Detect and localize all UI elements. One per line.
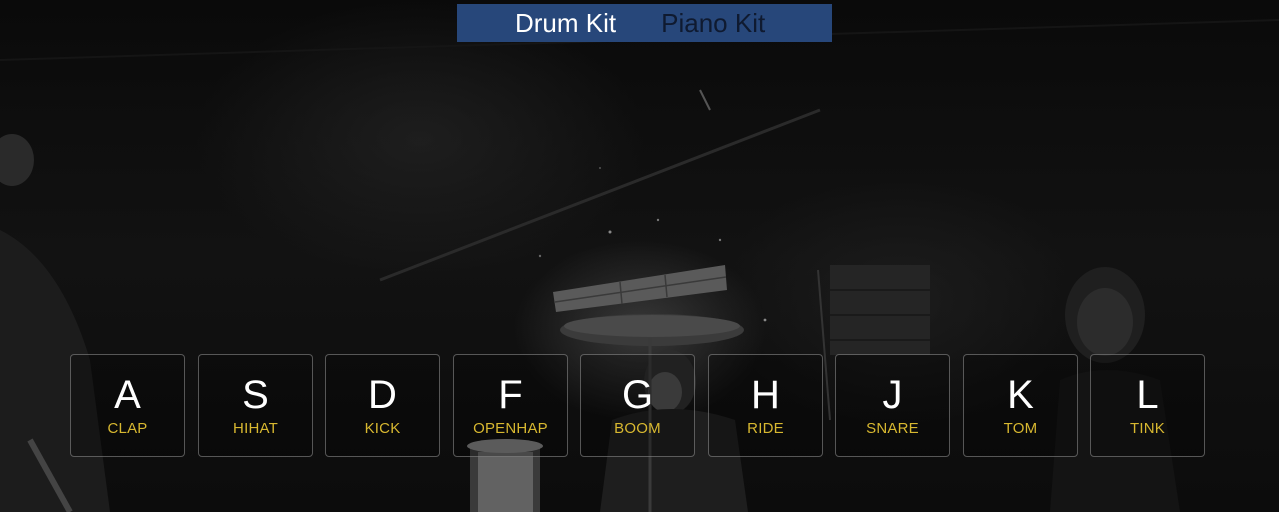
drum-key-a[interactable]: A CLAP — [70, 354, 185, 457]
key-letter: A — [114, 373, 141, 417]
key-letter: K — [1007, 373, 1034, 417]
key-sound-label: OPENHAP — [473, 420, 548, 437]
drum-key-s[interactable]: S HIHAT — [198, 354, 313, 457]
key-letter: D — [368, 373, 397, 417]
key-sound-label: HIHAT — [233, 420, 278, 437]
drum-key-d[interactable]: D KICK — [325, 354, 440, 457]
key-sound-label: CLAP — [107, 420, 148, 437]
tab-piano-kit[interactable]: Piano Kit — [661, 4, 765, 42]
kit-selector: Drum Kit Piano Kit — [457, 4, 832, 42]
key-sound-label: BOOM — [614, 420, 661, 437]
key-sound-label: TOM — [1003, 420, 1038, 437]
key-letter: J — [882, 373, 903, 417]
key-sound-label: KICK — [364, 420, 401, 437]
key-sound-label: RIDE — [747, 420, 784, 437]
drum-key-h[interactable]: H RIDE — [708, 354, 823, 457]
drum-key-k[interactable]: K TOM — [963, 354, 1078, 457]
key-letter: G — [621, 373, 654, 417]
key-letter: L — [1136, 373, 1159, 417]
drum-key-g[interactable]: G BOOM — [580, 354, 695, 457]
key-letter: S — [242, 373, 269, 417]
drum-key-l[interactable]: L TINK — [1090, 354, 1205, 457]
key-sound-label: SNARE — [866, 420, 919, 437]
key-sound-label: TINK — [1130, 420, 1165, 437]
drum-kit-page: Drum Kit Piano Kit A CLAP S HIHAT D KICK… — [0, 0, 1279, 512]
tab-drum-kit[interactable]: Drum Kit — [515, 4, 616, 42]
key-letter: H — [751, 373, 780, 417]
drum-key-j[interactable]: J SNARE — [835, 354, 950, 457]
drum-key-f[interactable]: F OPENHAP — [453, 354, 568, 457]
drum-keys: A CLAP S HIHAT D KICK F OPENHAP G BOOM H… — [70, 354, 1205, 457]
key-letter: F — [498, 373, 523, 417]
